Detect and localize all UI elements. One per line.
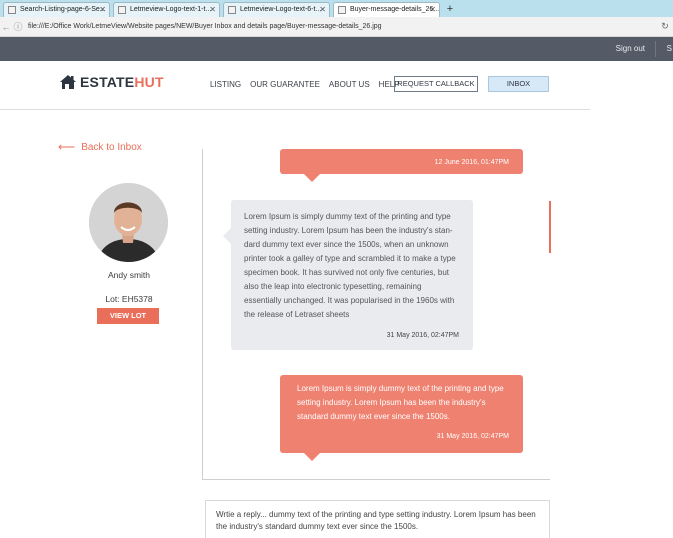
message-sent: Lorem Ipsum is simply dummy text of the … [280, 375, 523, 461]
page-icon [228, 6, 236, 14]
main-nav: LISTING OUR GUARANTEE ABOUT US HELP [210, 80, 409, 89]
house-logo-icon [60, 75, 76, 89]
browser-tab[interactable]: Letmeview-Logo-text-1-t... ✕ [113, 2, 220, 17]
divider [655, 41, 656, 57]
message-text: Lorem Ipsum is simply dummy text of the … [297, 384, 504, 421]
new-tab-button[interactable]: + [443, 2, 457, 17]
browser-tab[interactable]: Letmeview-Logo-text-6-t... ✕ [223, 2, 330, 17]
message-time: 12 June 2016, 01:47PM [434, 159, 509, 166]
reply-textarea[interactable]: Wrtie a reply... dummy text of the print… [205, 500, 550, 538]
message-received: Lorem Ipsum is simply dummy text of the … [223, 200, 473, 350]
browser-tab[interactable]: Search-Listing-page-6-Se... ✕ [3, 2, 110, 17]
inbox-button[interactable]: INBOX [488, 76, 549, 92]
person-avatar-icon [89, 183, 168, 262]
truncated-link[interactable]: S [667, 44, 672, 53]
message-text: Lorem Ipsum is simply dummy text of the … [244, 212, 456, 319]
sign-out-link[interactable]: Sign out [616, 44, 645, 53]
request-callback-button[interactable]: REQUEST CALLBACK [394, 76, 478, 92]
reload-icon[interactable]: ↻ [657, 21, 673, 32]
tab-label: Letmeview-Logo-text-1-t... [130, 6, 212, 13]
scrollbar[interactable] [549, 201, 551, 253]
page-icon [118, 6, 126, 14]
nav-about-us[interactable]: ABOUT US [329, 80, 370, 89]
divider [202, 149, 203, 479]
back-arrow-icon[interactable]: ← [0, 22, 12, 32]
address-bar: ← ⓘ file:///E:/Office Work/LetmeView/Web… [0, 17, 673, 37]
logo[interactable]: ESTATEHUT [58, 74, 164, 90]
url-field[interactable]: file:///E:/Office Work/LetmeView/Website… [28, 23, 657, 30]
close-icon[interactable]: ✕ [429, 3, 436, 17]
bubble-tail [223, 228, 231, 244]
divider [202, 479, 550, 480]
message-time: 31 May 2016, 02:47PM [386, 332, 459, 339]
logo-text-hut: HUT [134, 74, 164, 90]
seller-name: Andy smith [107, 270, 151, 280]
back-label: Back to Inbox [81, 141, 142, 153]
message-sent: 12 June 2016, 01:47PM [280, 149, 523, 182]
bubble-tail [304, 453, 320, 461]
page-icon [8, 6, 16, 14]
site-top-bar: Sign out S [0, 37, 673, 61]
back-to-inbox-link[interactable]: ⟵ Back to Inbox [58, 140, 142, 154]
close-icon[interactable]: ✕ [209, 3, 216, 17]
tab-label: Buyer-message-details_26... [350, 6, 440, 13]
view-lot-button[interactable]: VIEW LOT [97, 308, 159, 324]
logo-text-estate: ESTATE [80, 74, 135, 90]
info-icon[interactable]: ⓘ [12, 20, 24, 33]
nav-our-guarantee[interactable]: OUR GUARANTEE [250, 80, 320, 89]
tab-label: Letmeview-Logo-text-6-t... [240, 6, 322, 13]
browser-tab-active[interactable]: Buyer-message-details_26... ✕ [333, 2, 440, 17]
message-time: 31 May 2016, 02:47PM [436, 433, 509, 440]
nav-listing[interactable]: LISTING [210, 80, 241, 89]
bubble-tail [304, 174, 320, 182]
lot-number: Lot: EH5378 [105, 294, 153, 304]
arrow-left-icon: ⟵ [58, 140, 76, 154]
page-icon [338, 6, 346, 14]
close-icon[interactable]: ✕ [99, 3, 106, 17]
browser-tab-bar: Search-Listing-page-6-Se... ✕ Letmeview-… [0, 0, 673, 17]
site-header: ESTATEHUT LISTING OUR GUARANTEE ABOUT US… [0, 61, 590, 110]
avatar [89, 183, 168, 262]
close-icon[interactable]: ✕ [319, 3, 326, 17]
tab-label: Search-Listing-page-6-Se... [20, 6, 106, 13]
